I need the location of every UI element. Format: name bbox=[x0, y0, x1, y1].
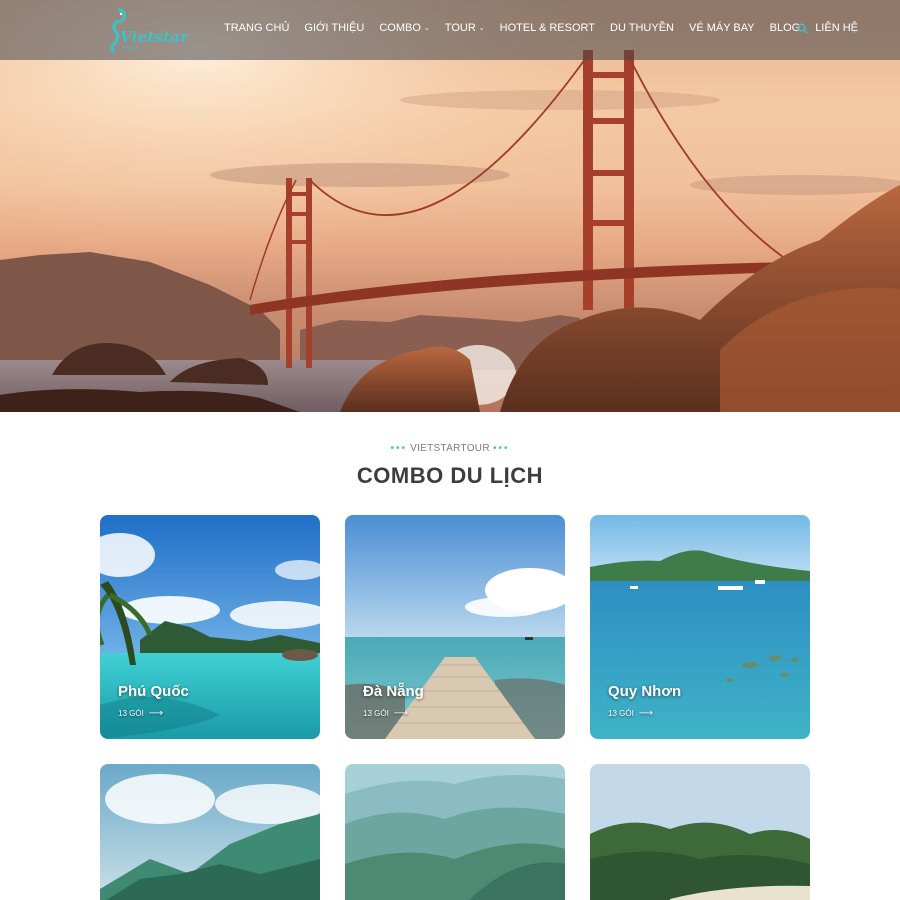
kicker-label: VIETSTARTOUR bbox=[410, 443, 490, 454]
nav-item-flights[interactable]: VÉ MÁY BAY bbox=[689, 22, 755, 34]
combo-image-coast bbox=[590, 764, 810, 900]
combo-name: Phú Quốc bbox=[118, 683, 189, 700]
combo-card-quy-nhon[interactable]: Quy Nhơn 13 GÓI ⟶ bbox=[590, 515, 810, 739]
chevron-down-icon: ⌄ bbox=[478, 25, 485, 32]
nav-item-combo[interactable]: COMBO ⌄ bbox=[379, 22, 429, 34]
arrow-right-icon: ⟶ bbox=[148, 708, 164, 719]
combo-image-mountains bbox=[100, 764, 320, 900]
combo-card-mountains[interactable] bbox=[100, 764, 320, 900]
nav-label: DU THUYỀN bbox=[610, 22, 674, 34]
nav-label: GIỚI THIỆU bbox=[304, 22, 365, 34]
combo-image-valley bbox=[345, 764, 565, 900]
kicker-dots-right: ••• bbox=[492, 443, 510, 454]
nav-label: TOUR bbox=[444, 22, 476, 34]
combo-name: Đà Nẵng bbox=[363, 683, 424, 700]
combo-count[interactable]: 13 GÓI ⟶ bbox=[118, 708, 163, 719]
combo-card-coast[interactable] bbox=[590, 764, 810, 900]
nav-label: VÉ MÁY BAY bbox=[688, 22, 755, 34]
nav-label: COMBO bbox=[379, 22, 421, 34]
site-header: Vietstar TOUR TRANG CHỦ GIỚI THIỆU COMBO… bbox=[0, 0, 900, 60]
combo-card-valley[interactable] bbox=[345, 764, 565, 900]
chevron-down-icon: ⌄ bbox=[423, 25, 430, 32]
combo-count[interactable]: 13 GÓI ⟶ bbox=[608, 708, 653, 719]
combo-card-phu-quoc[interactable]: Phú Quốc 13 GÓI ⟶ bbox=[100, 515, 320, 739]
nav-label: TRANG CHỦ bbox=[224, 22, 290, 34]
nav-item-hotel-resort[interactable]: HOTEL & RESORT bbox=[500, 22, 595, 34]
nav-item-about[interactable]: GIỚI THIỆU bbox=[304, 22, 364, 34]
combo-image-quy-nhon bbox=[590, 515, 810, 739]
section-kicker: ••• VIETSTARTOUR ••• bbox=[0, 443, 900, 454]
nav-label: HOTEL & RESORT bbox=[499, 22, 595, 34]
nav-item-cruise[interactable]: DU THUYỀN bbox=[610, 22, 674, 34]
main-nav: TRANG CHỦ GIỚI THIỆU COMBO ⌄ TOUR ⌄ HOTEL … bbox=[224, 22, 873, 34]
arrow-right-icon: ⟶ bbox=[393, 708, 409, 719]
site-logo[interactable]: Vietstar TOUR bbox=[102, 6, 189, 54]
logo-subtitle: TOUR bbox=[122, 46, 141, 52]
combo-count-label: 13 GÓI bbox=[363, 709, 389, 718]
combo-image-da-nang bbox=[345, 515, 565, 739]
combo-count-label: 13 GÓI bbox=[118, 709, 144, 718]
search-icon[interactable] bbox=[797, 23, 808, 34]
hero-banner bbox=[0, 0, 900, 412]
kicker-dots-left: ••• bbox=[390, 443, 408, 454]
arrow-right-icon: ⟶ bbox=[638, 708, 654, 719]
combo-image-phu-quoc bbox=[100, 515, 320, 739]
combo-name: Quy Nhơn bbox=[608, 683, 682, 700]
nav-label: BLOG bbox=[769, 22, 801, 34]
logo-wordmark: Vietstar bbox=[120, 28, 189, 46]
nav-item-home[interactable]: TRANG CHỦ bbox=[224, 22, 289, 34]
section-title: COMBO DU LỊCH bbox=[356, 463, 544, 488]
combo-count-label: 13 GÓI bbox=[608, 709, 634, 718]
combo-count[interactable]: 13 GÓI ⟶ bbox=[363, 708, 408, 719]
hero-image-golden-gate bbox=[0, 0, 900, 412]
combo-card-da-nang[interactable]: Đà Nẵng 13 GÓI ⟶ bbox=[345, 515, 565, 739]
nav-item-blog[interactable]: BLOG bbox=[770, 22, 801, 34]
nav-item-contact[interactable]: LIÊN HỆ bbox=[815, 22, 858, 34]
nav-label: LIÊN HỆ bbox=[815, 22, 858, 34]
nav-item-tour[interactable]: TOUR ⌄ bbox=[445, 22, 485, 34]
